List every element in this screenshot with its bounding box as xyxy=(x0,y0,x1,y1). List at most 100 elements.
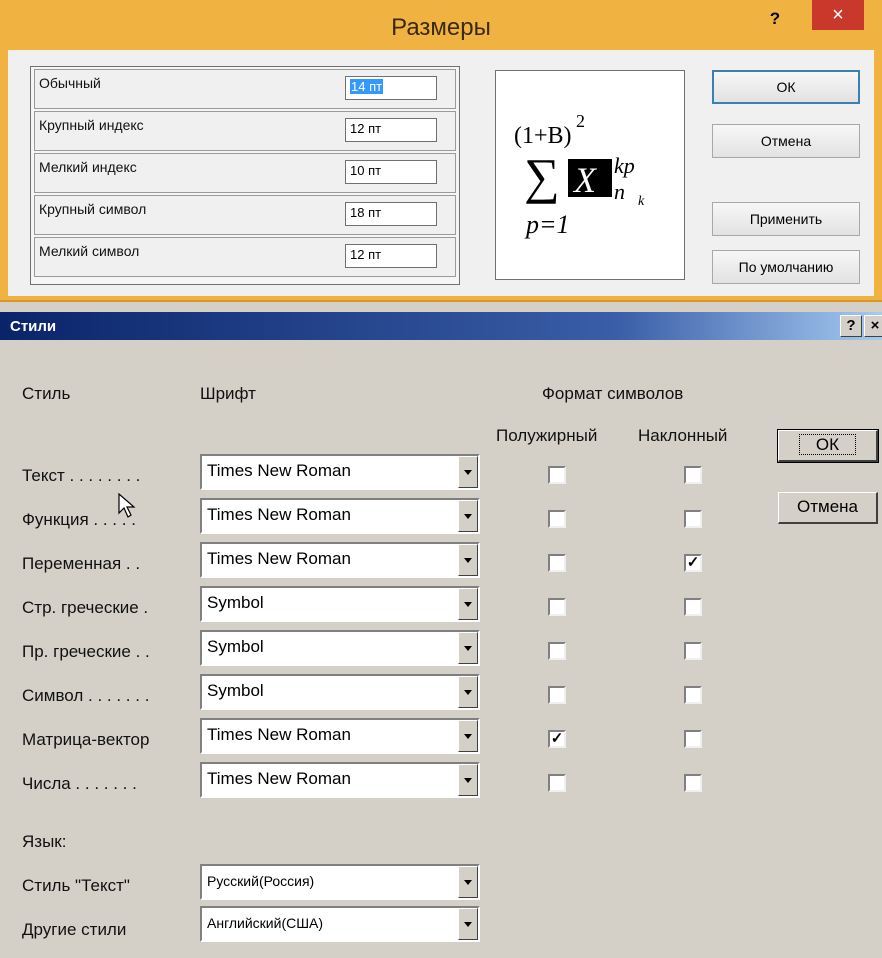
formula-bottom: p=1 xyxy=(524,210,570,239)
cancel-button[interactable]: Отмена xyxy=(712,124,860,158)
close-button[interactable]: × xyxy=(812,0,864,30)
chevron-down-icon[interactable] xyxy=(458,456,478,488)
chevron-down-icon[interactable] xyxy=(458,632,478,664)
font-select[interactable]: Times New Roman xyxy=(200,498,480,534)
font-select-value: Times New Roman xyxy=(207,769,351,788)
bold-checkbox[interactable] xyxy=(548,642,566,660)
default-button[interactable]: По умолчанию xyxy=(712,250,860,284)
font-select-value: Times New Roman xyxy=(207,461,351,480)
font-select[interactable]: Times New Roman xyxy=(200,542,480,578)
font-select-value: Symbol xyxy=(207,637,264,656)
size-value: 14 пт xyxy=(350,79,384,94)
formula-top: (1+B) xyxy=(514,123,572,149)
formula-sub-n: n xyxy=(614,179,625,204)
chevron-down-icon[interactable] xyxy=(458,908,478,940)
bold-checkbox[interactable] xyxy=(548,466,566,484)
font-select[interactable]: Times New Roman xyxy=(200,454,480,490)
sizes-dialog-body: Обычный 14 пт Крупный индекс 12 пт Мелки… xyxy=(8,50,874,296)
mouse-cursor-icon xyxy=(118,493,136,518)
font-select[interactable]: Times New Roman xyxy=(200,718,480,754)
size-row: Мелкий индекс 10 пт xyxy=(34,153,456,193)
style-label: Текст . . . . . . . . xyxy=(22,466,141,485)
font-select[interactable]: Symbol xyxy=(200,586,480,622)
italic-checkbox[interactable] xyxy=(684,466,702,484)
chevron-down-icon[interactable] xyxy=(458,544,478,576)
italic-checkbox[interactable]: ✓ xyxy=(684,554,702,572)
style-label: Стр. греческие . xyxy=(22,598,149,617)
language-select-value: Английский(США) xyxy=(207,915,324,931)
bold-checkbox[interactable] xyxy=(548,554,566,572)
language-select[interactable]: Английский(США) xyxy=(200,906,480,942)
size-label: Мелкий символ xyxy=(39,243,140,259)
font-select[interactable]: Symbol xyxy=(200,630,480,666)
cancel-button[interactable]: Отмена xyxy=(778,492,878,524)
style-label: Матрица-вектор xyxy=(22,730,150,749)
style-label: Числа . . . . . . . xyxy=(22,774,137,793)
size-row: Мелкий символ 12 пт xyxy=(34,237,456,277)
apply-button[interactable]: Применить xyxy=(712,202,860,236)
formula-top-exp: 2 xyxy=(576,111,585,131)
italic-checkbox[interactable] xyxy=(684,686,702,704)
styles-dialog: Стили ? × Стиль Шрифт Формат символов По… xyxy=(0,302,882,958)
size-row: Крупный индекс 12 пт xyxy=(34,111,456,151)
styles-dialog-titlebar: Стили ? × xyxy=(0,312,882,340)
font-select-value: Times New Roman xyxy=(207,549,351,568)
sizes-dialog-title: Размеры xyxy=(391,14,491,41)
size-input[interactable]: 12 пт xyxy=(345,118,437,142)
font-select[interactable]: Times New Roman xyxy=(200,762,480,798)
size-row: Крупный символ 18 пт xyxy=(34,195,456,235)
bold-checkbox[interactable] xyxy=(548,774,566,792)
formula-preview: (1+B) 2 ∑ X kp n k p=1 xyxy=(495,70,685,280)
sizes-table: Обычный 14 пт Крупный индекс 12 пт Мелки… xyxy=(30,66,460,285)
font-select-value: Times New Roman xyxy=(207,505,351,524)
italic-checkbox[interactable] xyxy=(684,730,702,748)
size-label: Крупный индекс xyxy=(39,117,144,133)
font-select-value: Symbol xyxy=(207,681,264,700)
size-label: Мелкий индекс xyxy=(39,159,137,175)
bold-checkbox[interactable]: ✓ xyxy=(548,730,566,748)
italic-column-header: Наклонный xyxy=(638,426,728,445)
language-select-value: Русский(Россия) xyxy=(207,873,315,889)
sizes-dialog: Размеры ? × Обычный 14 пт Крупный индекс… xyxy=(0,0,882,302)
help-button[interactable]: ? xyxy=(760,6,790,34)
format-column-header: Формат символов xyxy=(542,384,684,403)
size-input[interactable]: 10 пт xyxy=(345,160,437,184)
bold-checkbox[interactable] xyxy=(548,510,566,528)
ok-button[interactable]: ОК xyxy=(712,70,860,104)
chevron-down-icon[interactable] xyxy=(458,676,478,708)
italic-checkbox[interactable] xyxy=(684,598,702,616)
font-select-value: Times New Roman xyxy=(207,725,351,744)
styles-dialog-title: Стили xyxy=(10,318,57,335)
chevron-down-icon[interactable] xyxy=(458,866,478,898)
bold-checkbox[interactable] xyxy=(548,598,566,616)
formula-x: X xyxy=(572,160,598,200)
language-row-label: Другие стили xyxy=(22,920,127,939)
ok-button-label: ОК xyxy=(798,434,857,455)
size-input[interactable]: 18 пт xyxy=(345,202,437,226)
style-column-header: Стиль xyxy=(22,384,71,403)
font-select-value: Symbol xyxy=(207,593,264,612)
font-column-header: Шрифт xyxy=(200,384,256,403)
chevron-down-icon[interactable] xyxy=(458,588,478,620)
italic-checkbox[interactable] xyxy=(684,642,702,660)
chevron-down-icon[interactable] xyxy=(458,500,478,532)
size-input[interactable]: 14 пт xyxy=(345,76,437,100)
chevron-down-icon[interactable] xyxy=(458,764,478,796)
style-label: Пр. греческие . . xyxy=(22,642,150,661)
chevron-down-icon[interactable] xyxy=(458,720,478,752)
bold-checkbox[interactable] xyxy=(548,686,566,704)
language-select[interactable]: Русский(Россия) xyxy=(200,864,480,900)
close-button[interactable]: × xyxy=(864,315,882,337)
language-label: Язык: xyxy=(22,832,67,851)
formula-sub-k: k xyxy=(638,194,645,209)
italic-checkbox[interactable] xyxy=(684,510,702,528)
italic-checkbox[interactable] xyxy=(684,774,702,792)
formula-preview-svg: (1+B) 2 ∑ X kp n k p=1 xyxy=(514,111,645,239)
ok-button[interactable]: ОК xyxy=(777,429,879,463)
font-select[interactable]: Symbol xyxy=(200,674,480,710)
bold-column-header: Полужирный xyxy=(496,426,598,445)
size-row: Обычный 14 пт xyxy=(34,69,456,109)
size-input[interactable]: 12 пт xyxy=(345,244,437,268)
formula-sum: ∑ xyxy=(524,148,560,204)
help-button[interactable]: ? xyxy=(840,315,862,337)
